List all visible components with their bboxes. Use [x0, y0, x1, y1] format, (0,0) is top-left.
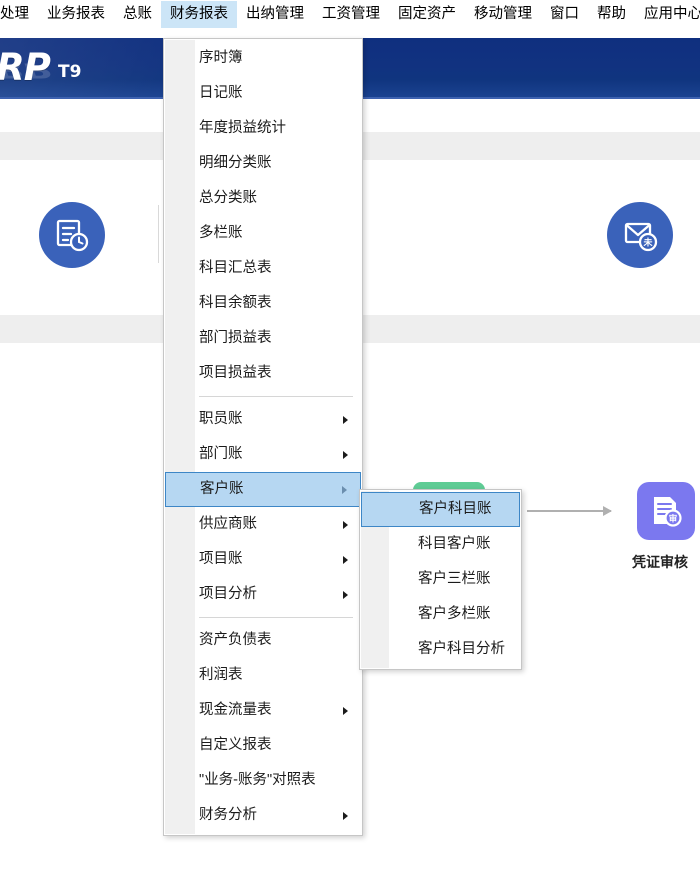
dropdown-item-13[interactable]: 供应商账 — [164, 507, 362, 542]
menu-gudingzichan[interactable]: 固定资产 — [389, 1, 465, 28]
dropdown-item-9[interactable]: 项目损益表 — [164, 356, 362, 391]
submenu-item-0[interactable]: 客户科目账 — [361, 492, 520, 527]
svg-text:未: 未 — [642, 237, 653, 249]
dropdown-item-label: 现金流量表 — [199, 702, 272, 718]
submenu-item-label: 客户多栏账 — [418, 606, 491, 622]
dropdown-item-21[interactable]: 财务分析 — [164, 798, 362, 833]
menu-zongzhang[interactable]: 总账 — [114, 1, 161, 28]
dropdown-item-17[interactable]: 利润表 — [164, 658, 362, 693]
flow-arrow-icon — [527, 506, 612, 516]
dropdown-item-1[interactable]: 日记账 — [164, 76, 362, 111]
dropdown-item-label: 项目损益表 — [199, 365, 272, 381]
dropdown-item-label: "业务-账务"对照表 — [199, 772, 316, 788]
submenu-item-3[interactable]: 客户多栏账 — [360, 597, 521, 632]
dropdown-item-11[interactable]: 部门账 — [164, 437, 362, 472]
flow-node-label: 凭证审核 — [632, 554, 688, 570]
dropdown-item-18[interactable]: 现金流量表 — [164, 693, 362, 728]
dropdown-item-15[interactable]: 项目分析 — [164, 577, 362, 612]
dropdown-item-5[interactable]: 多栏账 — [164, 216, 362, 251]
app-logo-reflection: ERP — [0, 58, 50, 82]
menu-yingyongzhongxin[interactable]: 应用中心 — [635, 1, 700, 28]
dropdown-item-label: 部门账 — [199, 446, 243, 462]
dropdown-item-label: 资产负债表 — [199, 632, 272, 648]
dropdown-item-label: 明细分类账 — [199, 155, 272, 171]
customer-ledger-submenu: 客户科目账科目客户账客户三栏账客户多栏账客户科目分析 — [359, 489, 522, 670]
menu-bar: 处理 业务报表 总账 财务报表 出纳管理 工资管理 固定资产 移动管理 窗口 帮助 应用中心 — [0, 0, 700, 28]
menu-chuli[interactable]: 处理 — [0, 1, 38, 28]
dropdown-item-10[interactable]: 职员账 — [164, 402, 362, 437]
dropdown-item-label: 自定义报表 — [199, 737, 272, 753]
submenu-item-label: 客户科目分析 — [418, 641, 505, 657]
dropdown-item-label: 职员账 — [199, 411, 243, 427]
menu-separator — [199, 396, 353, 397]
dropdown-item-label: 总分类账 — [199, 190, 257, 206]
dropdown-item-6[interactable]: 科目汇总表 — [164, 251, 362, 286]
menu-bangzhu[interactable]: 帮助 — [588, 1, 635, 28]
chevron-right-icon — [343, 415, 348, 424]
dropdown-item-label: 科目汇总表 — [199, 260, 272, 276]
dropdown-item-label: 财务分析 — [199, 807, 257, 823]
chevron-right-icon — [343, 520, 348, 529]
dropdown-item-label: 日记账 — [199, 85, 243, 101]
dropdown-item-label: 年度损益统计 — [199, 120, 286, 136]
dropdown-item-7[interactable]: 科目余额表 — [164, 286, 362, 321]
dropdown-item-2[interactable]: 年度损益统计 — [164, 111, 362, 146]
chevron-right-icon — [343, 706, 348, 715]
dropdown-item-label: 项目分析 — [199, 586, 257, 602]
dropdown-item-label: 利润表 — [199, 667, 243, 683]
submenu-item-label: 科目客户账 — [418, 536, 491, 552]
submenu-item-4[interactable]: 客户科目分析 — [360, 632, 521, 667]
dropdown-item-4[interactable]: 总分类账 — [164, 181, 362, 216]
dropdown-item-label: 多栏账 — [199, 225, 243, 241]
dropdown-item-3[interactable]: 明细分类账 — [164, 146, 362, 181]
envelope-unread-icon[interactable]: 未 — [607, 202, 673, 268]
submenu-item-1[interactable]: 科目客户账 — [360, 527, 521, 562]
menu-gongziguanli[interactable]: 工资管理 — [313, 1, 389, 28]
dropdown-item-14[interactable]: 项目账 — [164, 542, 362, 577]
dropdown-item-20[interactable]: "业务-账务"对照表 — [164, 763, 362, 798]
dropdown-item-label: 序时簿 — [199, 50, 243, 66]
financial-reports-dropdown: 序时簿日记账年度损益统计 明细分类账总分类账多栏账科目汇总表科目余额表部门损益表项… — [163, 38, 363, 836]
chevron-right-icon — [343, 590, 348, 599]
menu-yidongguanli[interactable]: 移动管理 — [465, 1, 541, 28]
chevron-right-icon — [343, 450, 348, 459]
menu-separator — [199, 617, 353, 618]
chevron-right-icon — [343, 811, 348, 820]
svg-text:审: 审 — [669, 513, 678, 524]
dropdown-item-label: 供应商账 — [199, 516, 257, 532]
dropdown-item-12[interactable]: 客户账 — [165, 472, 361, 507]
menu-yewubaobiao[interactable]: 业务报表 — [38, 1, 114, 28]
app-logo-version: T9 — [58, 62, 82, 82]
dropdown-item-16[interactable]: 资产负债表 — [164, 623, 362, 658]
menu-chuangkou[interactable]: 窗口 — [541, 1, 588, 28]
chevron-right-icon — [343, 555, 348, 564]
dropdown-item-label: 部门损益表 — [199, 330, 272, 346]
dropdown-item-label: 科目余额表 — [199, 295, 272, 311]
submenu-item-label: 客户科目账 — [419, 501, 492, 517]
voucher-audit-icon[interactable]: 审 — [637, 482, 695, 540]
submenu-item-label: 客户三栏账 — [418, 571, 491, 587]
submenu-item-2[interactable]: 客户三栏账 — [360, 562, 521, 597]
menu-caiwubaobiao[interactable]: 财务报表 — [161, 0, 237, 28]
dropdown-item-label: 项目账 — [199, 551, 243, 567]
menu-chunaguanli[interactable]: 出纳管理 — [237, 1, 313, 28]
dropdown-item-0[interactable]: 序时簿 — [164, 41, 362, 76]
document-clock-icon[interactable] — [39, 202, 105, 268]
chevron-right-icon — [342, 485, 347, 494]
application-window: ERP T9 ERP 未 — [0, 0, 700, 893]
dropdown-item-19[interactable]: 自定义报表 — [164, 728, 362, 763]
dropdown-item-label: 客户账 — [200, 481, 244, 497]
dropdown-item-8[interactable]: 部门损益表 — [164, 321, 362, 356]
card-divider — [158, 205, 159, 263]
